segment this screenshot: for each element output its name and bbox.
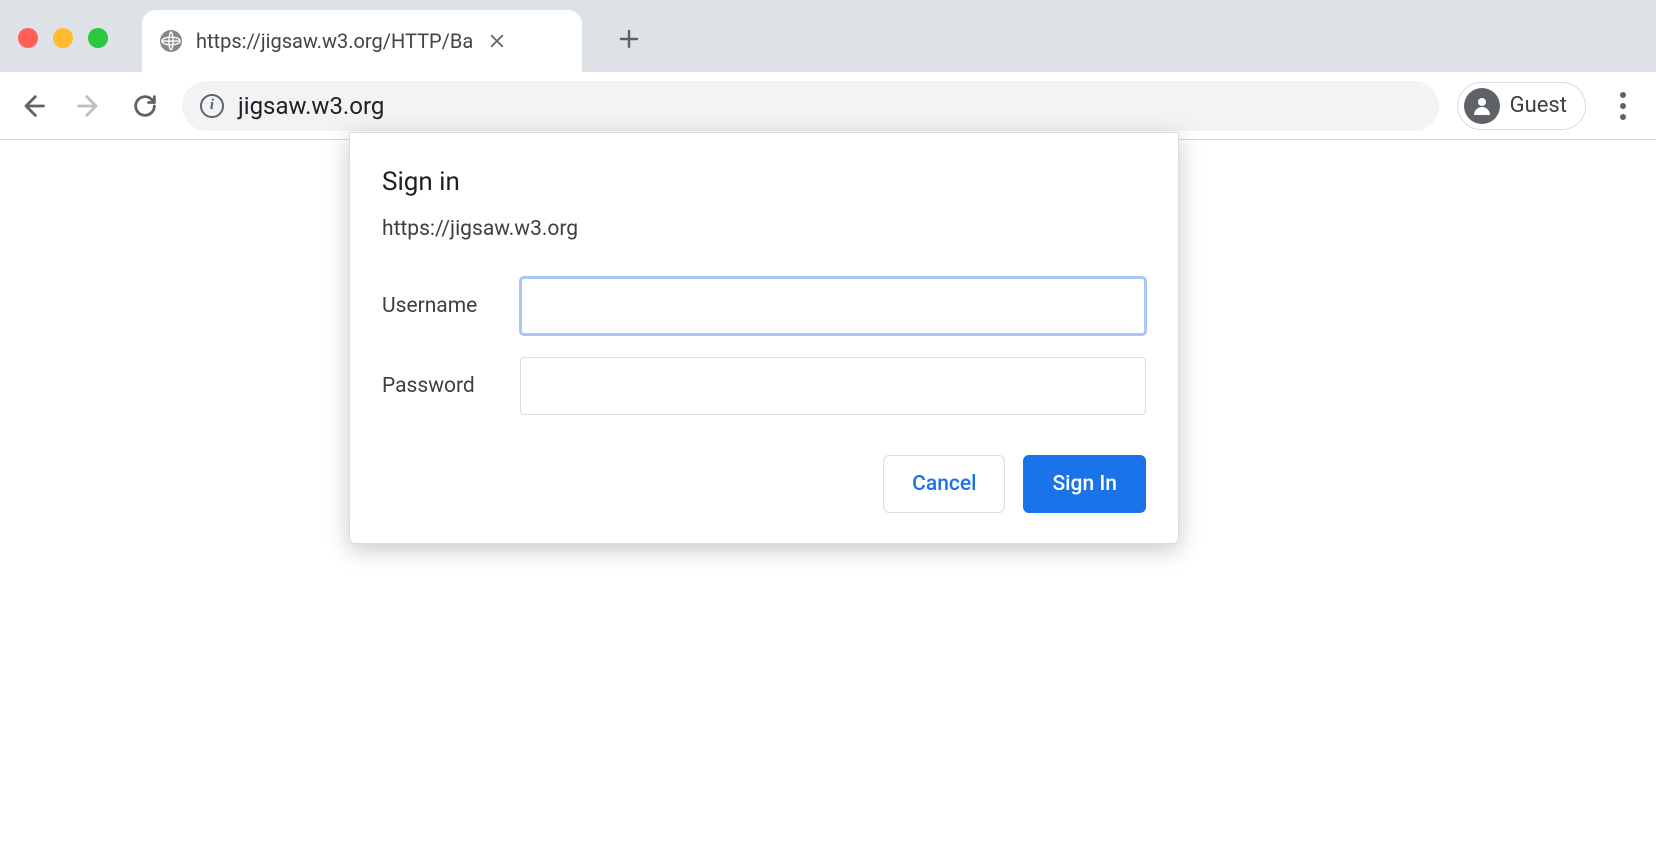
address-bar[interactable]: i jigsaw.w3.org [182,81,1439,131]
cancel-button[interactable]: Cancel [883,455,1005,513]
tab-close-button[interactable] [487,31,507,51]
dialog-actions: Cancel Sign In [382,455,1146,513]
site-info-icon[interactable]: i [200,94,224,118]
profile-label: Guest [1510,93,1567,118]
profile-button[interactable]: Guest [1457,82,1586,130]
browser-toolbar: i jigsaw.w3.org Guest [0,72,1656,140]
dialog-title: Sign in [382,167,1146,197]
password-input[interactable] [520,357,1146,415]
forward-button[interactable] [70,87,108,125]
password-row: Password [382,357,1146,415]
page-content: Sign in https://jigsaw.w3.org Username P… [0,140,1656,848]
http-auth-dialog: Sign in https://jigsaw.w3.org Username P… [349,132,1179,544]
sign-in-button[interactable]: Sign In [1023,455,1146,513]
username-input[interactable] [520,277,1146,335]
kebab-icon [1620,92,1626,120]
tab-strip: https://jigsaw.w3.org/HTTP/Ba [0,0,1656,72]
dialog-origin: https://jigsaw.w3.org [382,217,1146,241]
username-row: Username [382,277,1146,335]
browser-tab[interactable]: https://jigsaw.w3.org/HTTP/Ba [142,10,582,72]
back-button[interactable] [14,87,52,125]
address-bar-text: jigsaw.w3.org [238,92,384,120]
new-tab-button[interactable] [612,22,646,56]
password-label: Password [382,374,520,398]
browser-menu-button[interactable] [1604,87,1642,125]
window-maximize-button[interactable] [88,28,108,48]
tab-title: https://jigsaw.w3.org/HTTP/Ba [196,29,473,53]
window-close-button[interactable] [18,28,38,48]
window-minimize-button[interactable] [53,28,73,48]
globe-icon [160,30,182,52]
window-controls [18,28,108,48]
avatar-icon [1464,88,1500,124]
username-label: Username [382,294,520,318]
reload-button[interactable] [126,87,164,125]
